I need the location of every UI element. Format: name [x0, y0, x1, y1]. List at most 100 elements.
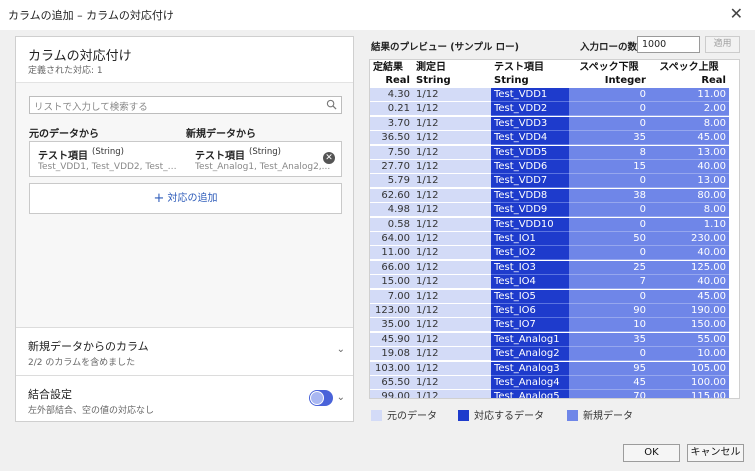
table-cell: 11.00 [649, 88, 729, 102]
mapping-header: カラムの対応付け 定義された対応: 1 [16, 37, 353, 83]
ok-button[interactable]: OK [623, 444, 680, 462]
table-cell: 8 [569, 145, 649, 160]
table-cell: 35 [569, 332, 649, 347]
table-cell: 1/12 [413, 275, 491, 290]
original-column-name: テスト項目 [38, 151, 88, 162]
table-cell: 55.00 [649, 332, 729, 347]
legend-item-new: 新規データ [567, 407, 633, 422]
table-cell: 45.00 [649, 289, 729, 304]
mapping-pair[interactable]: テスト項目 (String) Test_VDD1, Test_VDD2, Test… [29, 141, 342, 177]
table-cell: 1/12 [413, 304, 491, 318]
input-rows-field[interactable]: 1000 [637, 36, 700, 53]
table-cell: 0.21 [370, 102, 413, 117]
table-cell: 103.00 [370, 361, 413, 376]
remove-mapping-icon[interactable]: ✕ [323, 152, 335, 164]
table-cell: 230.00 [649, 232, 729, 246]
table-cell: 35.00 [370, 318, 413, 333]
table-cell: 1.10 [649, 217, 729, 232]
table-cell: 1/12 [413, 361, 491, 376]
table-cell: 1/12 [413, 376, 491, 390]
table-cell: 7 [569, 275, 649, 290]
mapping-body: リストで入力して検索する 元のデータから 新規データから テスト項目 (Strin… [16, 83, 353, 327]
table-cell: 7.00 [370, 289, 413, 304]
mapping-count: 定義された対応: 1 [28, 66, 103, 76]
table-cell: 19.08 [370, 347, 413, 362]
close-icon[interactable]: ✕ [730, 5, 743, 23]
table-cell: Test_VDD10 [491, 217, 569, 232]
table-cell: 35 [569, 131, 649, 146]
table-cell: 2.00 [649, 102, 729, 117]
join-toggle[interactable] [309, 390, 333, 406]
table-cell: Test_IO4 [491, 275, 569, 290]
legend-label: 対応するデータ [474, 411, 544, 422]
table-cell: 8.00 [649, 203, 729, 218]
table-cell: Test_VDD3 [491, 116, 569, 131]
table-cell: 45.90 [370, 332, 413, 347]
table-cell: Test_VDD9 [491, 203, 569, 218]
new-data-header: 新規データから [186, 129, 256, 140]
table-cell: 90 [569, 304, 649, 318]
join-settings-title: 結合設定 [28, 388, 72, 401]
table-cell: 64.00 [370, 232, 413, 246]
search-input[interactable]: リストで入力して検索する [29, 96, 342, 114]
table-cell: 15 [569, 160, 649, 174]
table-cell: Test_Analog5 [491, 390, 569, 398]
mapping-panel: カラムの対応付け 定義された対応: 1 リストで入力して検索する 元のデータから… [15, 36, 354, 422]
table-cell: 1/12 [413, 88, 491, 102]
table-cell: Test_VDD8 [491, 188, 569, 203]
apply-button[interactable]: 適用 [705, 36, 740, 53]
table-cell: 123.00 [370, 304, 413, 318]
table-cell: 99.00 [370, 390, 413, 398]
table-cell: Test_Analog3 [491, 361, 569, 376]
toggle-knob [310, 391, 324, 405]
table-cell: 0 [569, 102, 649, 117]
table-cell: 4.98 [370, 203, 413, 218]
new-column: テスト項目 (String) [195, 147, 281, 162]
table-cell: Test_Analog1 [491, 332, 569, 347]
new-column-name: テスト項目 [195, 151, 245, 162]
column-header-type: Integer [604, 75, 646, 86]
table-cell: Test_IO1 [491, 232, 569, 246]
table-cell: 1/12 [413, 260, 491, 275]
chevron-down-icon: ⌄ [336, 392, 345, 403]
window-title: カラムの追加 – カラムの対応付け [8, 9, 174, 22]
table-cell: 1/12 [413, 160, 491, 174]
table-cell: 105.00 [649, 361, 729, 376]
table-cell: 27.70 [370, 160, 413, 174]
join-settings-subtitle: 左外部結合、空の値の対応なし [28, 406, 155, 416]
legend-item-mapped: 対応するデータ [458, 407, 544, 422]
table-cell: 1/12 [413, 145, 491, 160]
legend-item-original: 元のデータ [371, 407, 437, 422]
mapping-title: カラムの対応付け [28, 49, 132, 64]
table-cell: Test_IO2 [491, 246, 569, 261]
table-cell: 1/12 [413, 246, 491, 261]
table-cell: 11.00 [370, 246, 413, 261]
add-mapping-button[interactable]: + 対応の追加 [29, 183, 342, 214]
table-cell: Test_Analog4 [491, 376, 569, 390]
table-cell: 1/12 [413, 116, 491, 131]
table-cell: Test_VDD7 [491, 174, 569, 189]
table-cell: 1/12 [413, 390, 491, 398]
legend-label: 新規データ [583, 411, 633, 422]
new-columns-section[interactable]: 新規データからのカラム 2/2 のカラムを含めました ⌄ [16, 327, 353, 375]
table-cell: 100.00 [649, 376, 729, 390]
table-cell: 36.50 [370, 131, 413, 146]
table-cell: 0 [569, 246, 649, 261]
table-cell: 0 [569, 347, 649, 362]
cancel-button[interactable]: キャンセル [687, 444, 744, 462]
new-columns-subtitle: 2/2 のカラムを含めました [28, 358, 136, 368]
join-settings-section[interactable]: 結合設定 左外部結合、空の値の対応なし ⌄ [16, 375, 353, 421]
table-cell: 0 [569, 174, 649, 189]
table-cell: 10 [569, 318, 649, 333]
original-column: テスト項目 (String) [38, 147, 124, 162]
new-column-values: Test_Analog1, Test_Analog2,... [195, 162, 331, 172]
table-cell: 0 [569, 203, 649, 218]
table-cell: 1/12 [413, 332, 491, 347]
table-cell: 65.50 [370, 376, 413, 390]
table-cell: 4.30 [370, 88, 413, 102]
table-cell: 0 [569, 116, 649, 131]
table-cell: 190.00 [649, 304, 729, 318]
table-cell: 1/12 [413, 289, 491, 304]
table-cell: 1/12 [413, 174, 491, 189]
table-cell: 13.00 [649, 145, 729, 160]
